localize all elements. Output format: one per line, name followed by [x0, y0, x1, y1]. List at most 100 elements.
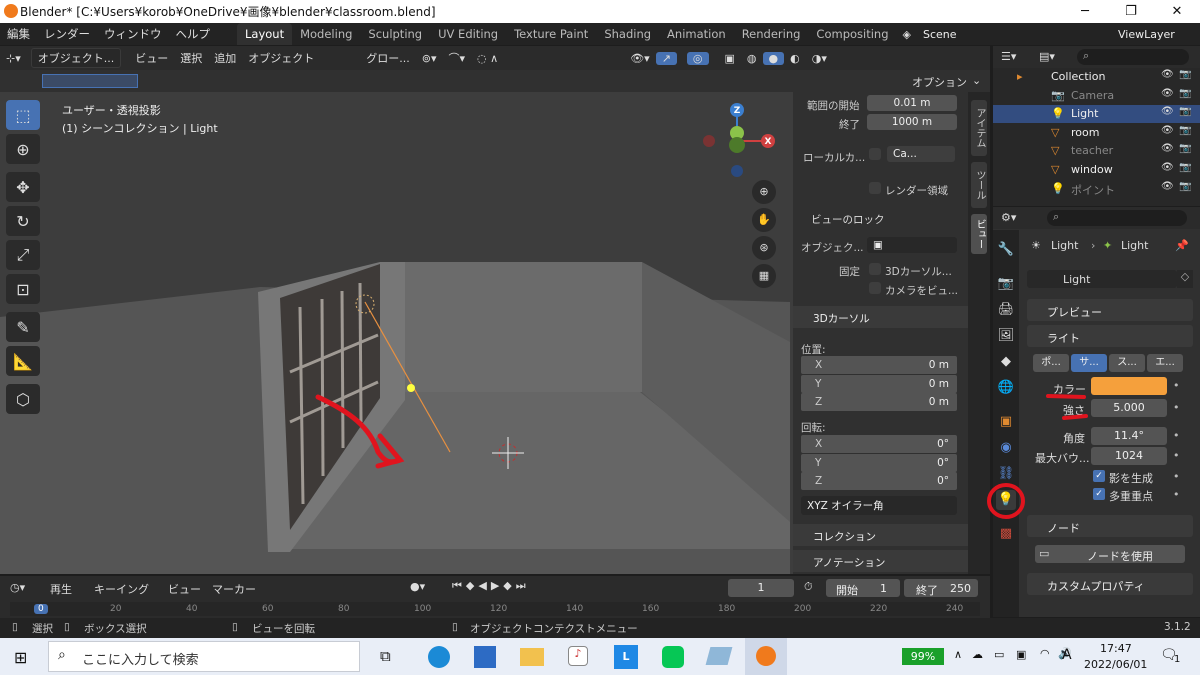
light-target-handle[interactable] — [407, 384, 415, 392]
rotation-mode-dropdown[interactable]: XYZ オイラー角 — [801, 496, 957, 515]
timeline-editor-icon[interactable]: ◷▾ — [10, 581, 25, 594]
shading-rendered-icon[interactable]: ◑▾ — [806, 52, 833, 65]
light-type-button[interactable]: サ... — [1071, 354, 1107, 372]
location-field-x[interactable]: X 0 m — [801, 356, 957, 374]
taskbar-date[interactable]: 2022/06/01 — [1084, 658, 1147, 671]
render-region-checkbox[interactable] — [869, 182, 881, 194]
outliner-row[interactable]: ▽ room 👁 📷 — [993, 124, 1200, 142]
render-tab-icon[interactable]: 📷 — [996, 274, 1016, 294]
pivot-icon[interactable]: ⊚▾ — [416, 52, 443, 65]
annotation-panel-header[interactable]: アノテーション — [793, 550, 968, 572]
outliner-editor-icon[interactable]: ☰▾ — [1001, 50, 1016, 63]
timeline-menu-playback[interactable]: 再生 — [50, 581, 72, 597]
preview-panel-header[interactable]: プレビュー — [1027, 299, 1193, 321]
shading-solid-icon[interactable]: ● — [762, 51, 785, 65]
mode-selector[interactable]: オブジェクト... — [30, 48, 122, 68]
collection-panel-header[interactable]: コレクション — [793, 524, 968, 546]
tab-modeling[interactable]: Modeling — [292, 23, 360, 45]
visibility-icon[interactable]: 👁▾ — [624, 52, 656, 65]
record-icon[interactable]: ●▾ — [410, 580, 425, 593]
color-swatch[interactable] — [1091, 377, 1167, 395]
move-tool-icon[interactable]: ✥ — [6, 172, 40, 202]
angle-field[interactable]: 11.4° — [1091, 427, 1167, 445]
annotate-tool-icon[interactable]: ✎ — [6, 312, 40, 342]
outliner-search-input[interactable]: ⌕ — [1077, 49, 1189, 65]
tab-shading[interactable]: Shading — [596, 23, 659, 45]
outliner-row[interactable]: 📷 Camera 👁 📷 — [993, 87, 1200, 105]
tray-chevron-icon[interactable]: ∧ — [954, 648, 962, 661]
render-camera-icon[interactable]: 📷 — [1179, 162, 1191, 173]
visibility-eye-icon[interactable]: 👁 — [1161, 162, 1174, 173]
light-panel-header[interactable]: ライト — [1027, 325, 1193, 347]
lock-object-field[interactable]: ▣ — [867, 237, 957, 253]
close-button[interactable]: ✕ — [1154, 0, 1200, 23]
editor-type-icon[interactable]: ⊹▾ — [0, 52, 27, 65]
render-camera-icon[interactable]: 📷 — [1179, 69, 1191, 80]
properties-editor-icon[interactable]: ⚙▾ — [1001, 211, 1016, 224]
task-view-icon[interactable]: ⧉ — [380, 647, 391, 665]
lens-app-icon[interactable]: L — [614, 645, 638, 669]
visibility-eye-icon[interactable]: 👁 — [1161, 181, 1174, 192]
menu-add[interactable]: 追加 — [208, 50, 242, 66]
location-field-y[interactable]: Y 0 m — [801, 374, 957, 393]
snipping-tool-icon[interactable] — [705, 647, 733, 665]
properties-search-input[interactable]: ⌕ — [1047, 210, 1187, 226]
xray-icon[interactable]: ▣ — [719, 52, 741, 65]
light-type-button[interactable]: エ... — [1147, 354, 1183, 372]
transform-tool-icon[interactable]: ⊡ — [6, 274, 40, 304]
orientation-selector[interactable]: グロー... — [360, 50, 416, 66]
select-mode-icons[interactable] — [42, 74, 138, 88]
keyframe-dot-icon[interactable]: • — [1173, 449, 1180, 462]
tray-wifi-icon[interactable]: ◠ — [1040, 647, 1050, 660]
render-camera-icon[interactable]: 📷 — [1179, 143, 1191, 154]
cursor-panel-header[interactable]: 3Dカーソル — [793, 306, 968, 328]
add-cube-tool-icon[interactable]: ⬡ — [6, 384, 40, 414]
outliner-row[interactable]: 💡 Light 👁 📷 — [993, 105, 1200, 124]
tab-item[interactable]: アイテム — [971, 100, 987, 156]
keyframe-dot-icon[interactable]: • — [1173, 470, 1180, 483]
edge-icon[interactable] — [428, 646, 450, 668]
menu-edit[interactable]: 編集 — [0, 26, 37, 42]
timeline-ruler[interactable]: 0 20 40 60 80 100 120 140 160 180 200 220 240 — [10, 602, 980, 616]
keyframe-dot-icon[interactable]: • — [1173, 488, 1180, 501]
proportional-icon[interactable]: ◌ ∧ — [471, 52, 504, 65]
rotation-field-y[interactable]: Y 0° — [801, 453, 957, 472]
multi-importance-checkbox[interactable]: ✓ — [1093, 488, 1105, 500]
texture-tab-icon[interactable]: ▩ — [996, 524, 1016, 544]
outliner-row[interactable]: ▽ window 👁 📷 — [993, 161, 1200, 179]
windows-start-icon[interactable]: ⊞ — [14, 648, 27, 667]
visibility-eye-icon[interactable]: 👁 — [1161, 69, 1174, 80]
render-camera-icon[interactable]: 📷 — [1179, 125, 1191, 136]
render-camera-icon[interactable]: 📷 — [1179, 181, 1191, 192]
light-type-button[interactable]: ス... — [1109, 354, 1145, 372]
measure-tool-icon[interactable]: 📐 — [6, 346, 40, 376]
nodes-panel-header[interactable]: ノード — [1027, 515, 1193, 537]
rotation-field-x[interactable]: X 0° — [801, 435, 957, 453]
shading-material-icon[interactable]: ◐ — [784, 52, 806, 65]
view-layer-tab-icon[interactable]: 🖼 — [996, 326, 1016, 346]
minimize-button[interactable]: ─ — [1062, 0, 1108, 23]
cast-shadow-checkbox[interactable]: ✓ — [1093, 470, 1105, 482]
tool-settings-tab-icon[interactable]: 🔧 — [996, 240, 1016, 260]
visibility-eye-icon[interactable]: 👁 — [1161, 143, 1174, 154]
outliner-filter-icon[interactable]: ▤▾ — [1039, 50, 1055, 63]
shield-icon[interactable]: ◇ — [1177, 270, 1193, 288]
clip-start-field[interactable]: 0.01 m — [867, 95, 957, 111]
gizmo-toggle-icon[interactable]: ↗ — [655, 51, 677, 65]
line-app-icon[interactable] — [662, 646, 684, 668]
itunes-icon[interactable]: ♪ — [568, 646, 588, 666]
object-tab-icon[interactable]: ▣ — [996, 412, 1016, 432]
tray-cloud-icon[interactable]: ☁ — [972, 648, 983, 661]
lock-camera-checkbox[interactable] — [869, 282, 881, 294]
menu-render[interactable]: レンダー — [37, 26, 97, 42]
menu-object[interactable]: オブジェクト — [242, 50, 320, 66]
shading-wireframe-icon[interactable]: ◍ — [741, 52, 763, 65]
outliner-row[interactable]: ▸ Collection 👁 📷 — [993, 68, 1200, 86]
tray-battery-icon[interactable]: ▭ — [994, 648, 1004, 661]
tab-sculpting[interactable]: Sculpting — [360, 23, 430, 45]
scale-tool-icon[interactable]: ⤢ — [6, 240, 40, 270]
location-field-z[interactable]: Z 0 m — [801, 393, 957, 411]
snap-icon[interactable]: ⌒▾ — [443, 50, 472, 66]
view-lock-header[interactable]: ビューのロック — [811, 212, 885, 227]
tab-animation[interactable]: Animation — [659, 23, 734, 45]
